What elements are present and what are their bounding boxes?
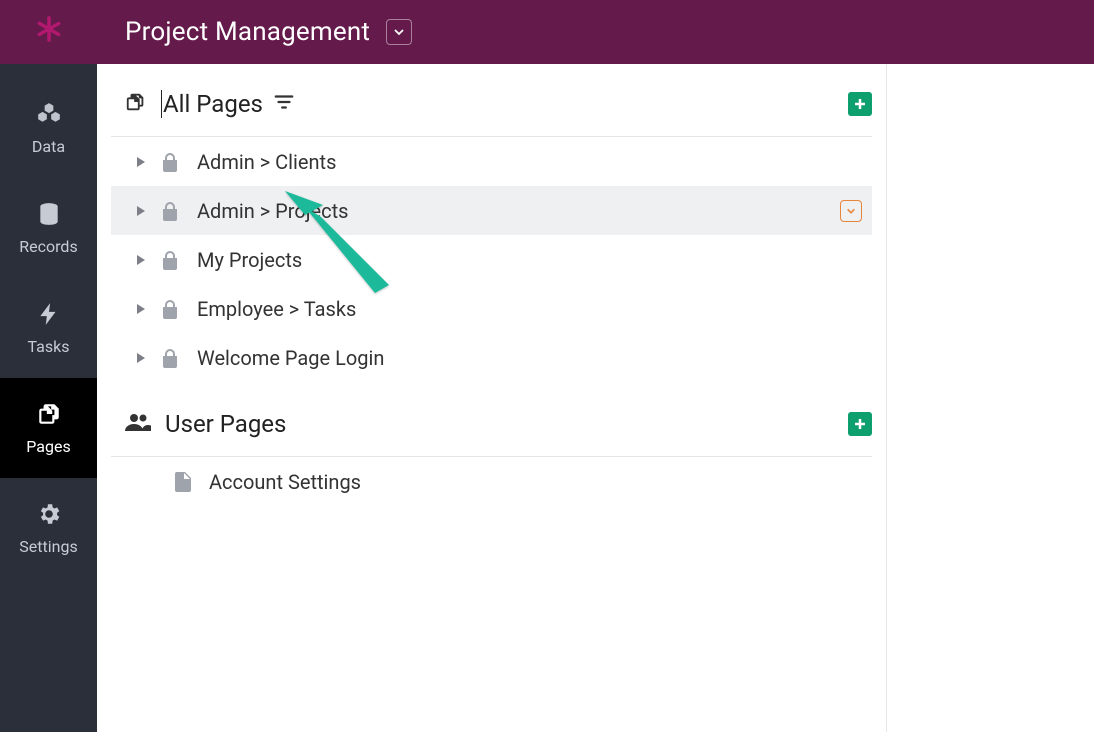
database-icon (36, 201, 62, 227)
chevron-down-icon (846, 206, 856, 216)
page-label: Welcome Page Login (197, 346, 384, 370)
caret-right-icon (137, 353, 145, 363)
pages-icon (36, 401, 62, 427)
app-logo[interactable] (0, 0, 97, 64)
chevron-down-icon (393, 26, 405, 38)
app-header: Project Management (0, 0, 1094, 64)
page-label: Account Settings (209, 470, 361, 494)
page-row[interactable]: My Projects (111, 235, 872, 284)
page-label: Employee > Tasks (197, 297, 356, 321)
page-label: My Projects (197, 248, 302, 272)
header-dropdown-button[interactable] (386, 19, 412, 45)
caret-right-icon (137, 157, 145, 167)
bolt-icon (36, 301, 62, 327)
sidebar-item-tasks[interactable]: Tasks (0, 278, 97, 378)
main-panel: All Pages (97, 64, 1094, 732)
page-label: Admin > Clients (197, 150, 336, 174)
cubes-icon (36, 101, 62, 127)
row-dropdown-button[interactable] (840, 200, 862, 222)
expand-caret[interactable] (135, 206, 147, 216)
caret-right-icon (137, 206, 145, 216)
sidebar-nav: Data Records Tasks Pages (0, 64, 97, 732)
caret-right-icon (137, 304, 145, 314)
caret-right-icon (137, 255, 145, 265)
lock-icon (161, 299, 179, 319)
sidebar-item-data[interactable]: Data (0, 78, 97, 178)
sidebar-label: Tasks (28, 337, 70, 356)
section-title: User Pages (165, 410, 286, 438)
sidebar-item-pages[interactable]: Pages (0, 378, 97, 478)
page-row[interactable]: Admin > Projects (111, 186, 872, 235)
section-header-user-pages: User Pages (111, 382, 872, 457)
lock-icon (161, 201, 179, 221)
gear-icon (36, 501, 62, 527)
page-row[interactable]: Employee > Tasks (111, 284, 872, 333)
sidebar-label: Pages (26, 437, 70, 456)
section-title: All Pages (161, 90, 263, 118)
document-icon (175, 472, 191, 492)
add-user-page-button[interactable] (848, 412, 872, 436)
filter-icon[interactable] (273, 91, 295, 117)
sidebar-item-settings[interactable]: Settings (0, 478, 97, 578)
expand-caret[interactable] (135, 353, 147, 363)
add-page-button[interactable] (848, 92, 872, 116)
expand-caret[interactable] (135, 304, 147, 314)
page-label: Admin > Projects (197, 199, 348, 223)
sidebar-label: Records (19, 237, 77, 256)
app-title: Project Management (125, 17, 370, 47)
section-header-all-pages: All Pages (111, 64, 872, 137)
lock-icon (161, 348, 179, 368)
pages-stack-icon (125, 91, 147, 117)
asterisk-icon (30, 13, 68, 51)
page-row[interactable]: Welcome Page Login (111, 333, 872, 382)
sidebar-label: Settings (19, 537, 77, 556)
expand-caret[interactable] (135, 255, 147, 265)
page-row[interactable]: Account Settings (111, 457, 872, 506)
lock-icon (161, 152, 179, 172)
plus-icon (852, 416, 868, 432)
page-row[interactable]: Admin > Clients (111, 137, 872, 186)
sidebar-label: Data (32, 137, 65, 156)
sidebar-item-records[interactable]: Records (0, 178, 97, 278)
users-icon (125, 412, 151, 436)
expand-caret[interactable] (135, 157, 147, 167)
plus-icon (852, 96, 868, 112)
lock-icon (161, 250, 179, 270)
